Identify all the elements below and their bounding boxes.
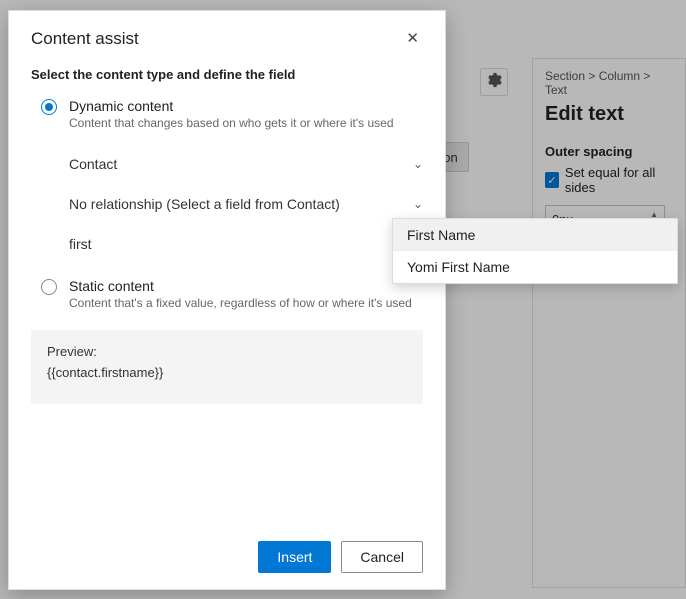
- field-search-input[interactable]: first: [69, 224, 423, 264]
- chevron-down-icon: ⌄: [413, 197, 423, 211]
- radio-selected-icon: [41, 99, 57, 115]
- dropdown-item[interactable]: Yomi First Name: [393, 251, 677, 283]
- dynamic-option-desc: Content that changes based on who gets i…: [69, 116, 394, 130]
- relationship-value: No relationship (Select a field from Con…: [69, 196, 340, 212]
- relationship-select[interactable]: No relationship (Select a field from Con…: [69, 184, 423, 224]
- static-content-option[interactable]: Static content Content that's a fixed va…: [41, 278, 423, 310]
- cancel-button[interactable]: Cancel: [341, 541, 423, 573]
- field-autocomplete-dropdown: First Name Yomi First Name: [392, 218, 678, 284]
- dynamic-content-option[interactable]: Dynamic content Content that changes bas…: [41, 98, 423, 130]
- close-icon: ✕: [406, 30, 419, 47]
- chevron-down-icon: ⌄: [413, 157, 423, 171]
- field-search-value: first: [69, 236, 92, 252]
- insert-button[interactable]: Insert: [258, 541, 331, 573]
- modal-subheading: Select the content type and define the f…: [31, 67, 423, 82]
- entity-value: Contact: [69, 156, 117, 172]
- radio-unselected-icon: [41, 279, 57, 295]
- preview-value: {{contact.firstname}}: [47, 365, 407, 380]
- static-option-desc: Content that's a fixed value, regardless…: [69, 296, 412, 310]
- static-option-title: Static content: [69, 278, 412, 294]
- entity-select[interactable]: Contact ⌄: [69, 144, 423, 184]
- content-assist-modal: Content assist ✕ Select the content type…: [8, 10, 446, 590]
- close-button[interactable]: ✕: [402, 29, 423, 48]
- preview-box: Preview: {{contact.firstname}}: [31, 330, 423, 404]
- modal-title: Content assist: [31, 29, 139, 49]
- dynamic-option-title: Dynamic content: [69, 98, 394, 114]
- dropdown-item[interactable]: First Name: [393, 219, 677, 251]
- preview-label: Preview:: [47, 344, 407, 359]
